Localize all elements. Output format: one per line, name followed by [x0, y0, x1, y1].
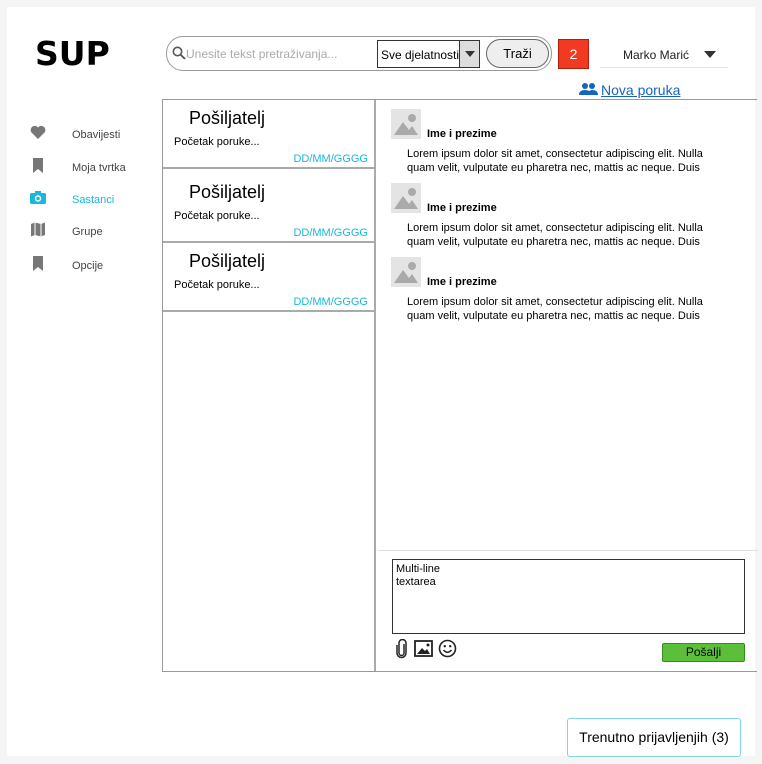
bookmark-icon [33, 158, 43, 173]
message-date: DD/MM/GGGG [293, 296, 368, 308]
new-message-label: Nova poruka [601, 82, 681, 98]
message-sender: Pošiljatelj [189, 108, 266, 128]
thread-text: Lorem ipsum dolor sit amet, consectetur … [407, 296, 703, 322]
sidebar-item-label: Obavijesti [72, 129, 121, 141]
sidebar-item-obavijesti[interactable]: Obavijesti [30, 125, 150, 147]
notification-badge[interactable]: 2 [558, 39, 589, 69]
message-date: DD/MM/GGGG [293, 153, 368, 165]
app-logo: SUP [35, 34, 110, 73]
send-button[interactable]: Pošalji [662, 643, 745, 662]
message-list-item[interactable]: Pošiljatelj Početak poruke... DD/MM/GGGG [163, 174, 376, 243]
thread-message: Ime i prezime Lorem ipsum dolor sit amet… [378, 183, 758, 253]
category-select-value: Sve djelatnosti [381, 48, 460, 62]
search-input[interactable] [186, 45, 374, 63]
caret-down-icon[interactable] [704, 51, 716, 58]
message-composer: Pošalji [378, 550, 758, 671]
thread-message: Ime i prezime Lorem ipsum dolor sit amet… [378, 257, 758, 327]
avatar-placeholder-icon [391, 183, 421, 213]
search-icon[interactable] [172, 46, 186, 60]
message-preview: Početak poruke... [174, 279, 260, 291]
thread-text: Lorem ipsum dolor sit amet, consectetur … [407, 148, 703, 174]
map-icon [31, 222, 45, 237]
people-icon [579, 82, 598, 99]
sidebar-item-label: Sastanci [72, 194, 115, 206]
search-bar: Sve djelatnosti Traži [166, 36, 552, 71]
sidebar-item-moja-tvrtka[interactable]: Moja tvrtka [30, 158, 150, 180]
sidebar-item-opcije[interactable]: Opcije [30, 256, 150, 278]
sidebar-item-label: Opcije [72, 260, 104, 272]
sidebar-item-sastanci[interactable]: Sastanci [30, 190, 150, 212]
search-button[interactable]: Traži [486, 39, 549, 68]
thread-author: Ime i prezime [427, 202, 497, 214]
heart-icon [30, 125, 46, 139]
thread-author: Ime i prezime [427, 128, 497, 140]
user-menu[interactable]: Marko Marić [600, 40, 728, 68]
message-textarea[interactable] [392, 559, 745, 634]
thread-author: Ime i prezime [427, 276, 497, 288]
avatar-placeholder-icon [391, 109, 421, 139]
thread-message: Ime i prezime Lorem ipsum dolor sit amet… [378, 109, 758, 179]
message-sender: Pošiljatelj [189, 251, 266, 271]
message-list-item[interactable]: Pošiljatelj Početak poruke... DD/MM/GGGG [163, 243, 376, 312]
message-preview: Početak poruke... [174, 136, 260, 148]
sidebar-item-label: Grupe [72, 226, 103, 238]
user-name: Marko Marić [623, 48, 690, 62]
message-list: Pošiljatelj Početak poruke... DD/MM/GGGG… [163, 100, 376, 671]
paperclip-icon[interactable] [396, 638, 408, 664]
thread-text: Lorem ipsum dolor sit amet, consectetur … [407, 222, 703, 248]
online-users-badge[interactable]: Trenutno prijavljenjih (3) [567, 718, 741, 757]
category-select[interactable]: Sve djelatnosti [377, 40, 480, 68]
message-date: DD/MM/GGGG [293, 227, 368, 239]
message-list-item[interactable]: Pošiljatelj Početak poruke... DD/MM/GGGG [163, 100, 376, 169]
sidebar-item-label: Moja tvrtka [72, 162, 126, 174]
bookmark-icon [33, 256, 43, 271]
sidebar-item-grupe[interactable]: Grupe [30, 222, 150, 244]
messages-panel: Pošiljatelj Početak poruke... DD/MM/GGGG… [162, 99, 758, 672]
message-sender: Pošiljatelj [189, 182, 266, 202]
emoji-icon[interactable] [438, 639, 457, 663]
conversation-thread: Ime i prezime Lorem ipsum dolor sit amet… [378, 100, 758, 671]
image-icon[interactable] [414, 639, 433, 663]
message-preview: Početak poruke... [174, 210, 260, 222]
avatar-placeholder-icon [391, 257, 421, 287]
chevron-down-icon[interactable] [459, 41, 479, 67]
camera-icon [30, 191, 46, 204]
